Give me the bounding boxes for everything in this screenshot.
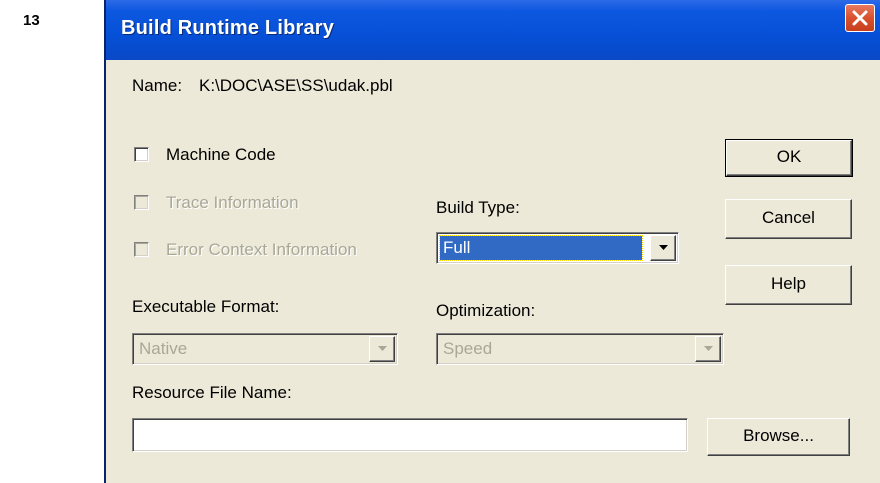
ok-button-label: OK (776, 147, 802, 166)
machine-code-label[interactable]: Machine Code (166, 145, 276, 165)
cancel-button[interactable]: Cancel (725, 199, 852, 239)
executable-format-label: Executable Format: (132, 297, 280, 316)
machine-code-checkbox[interactable] (134, 147, 149, 162)
name-label: Name: (132, 76, 183, 95)
close-button[interactable] (845, 4, 875, 32)
page-number: 13 (23, 12, 40, 29)
ok-button[interactable]: OK (725, 139, 853, 177)
build-type-select[interactable]: Full (436, 232, 679, 264)
resource-file-name-label: Resource File Name: (132, 383, 292, 402)
optimization-dropdown-button[interactable] (695, 336, 721, 362)
browse-button[interactable]: Browse... (707, 418, 850, 456)
error-context-information-checkbox[interactable] (134, 242, 149, 257)
executable-format-dropdown-button[interactable] (369, 336, 395, 362)
executable-format-select[interactable]: Native (132, 333, 398, 365)
build-type-label: Build Type: (436, 198, 520, 217)
error-context-information-label: Error Context Information (166, 240, 357, 259)
optimization-select[interactable]: Speed (436, 333, 724, 365)
trace-information-label: Trace Information (166, 193, 299, 212)
resource-file-name-input[interactable] (132, 418, 688, 452)
title-bar[interactable]: Build Runtime Library (106, 0, 880, 60)
close-icon (852, 10, 868, 26)
help-button-label: Help (771, 274, 806, 293)
dialog-title: Build Runtime Library (121, 17, 335, 39)
chevron-down-icon (659, 245, 668, 250)
chevron-down-icon (378, 346, 387, 351)
optimization-label: Optimization: (436, 301, 536, 320)
cancel-button-label: Cancel (762, 208, 815, 227)
help-button[interactable]: Help (725, 265, 852, 305)
build-type-selected-value: Full (439, 235, 643, 261)
browse-button-label: Browse... (743, 426, 814, 445)
trace-information-checkbox[interactable] (134, 195, 149, 210)
build-runtime-library-dialog: Build Runtime Library Name: K:\DOC\ASE\S… (104, 0, 880, 483)
executable-format-selected-value: Native (139, 339, 188, 358)
library-path-value: K:\DOC\ASE\SS\udak.pbl (199, 76, 393, 95)
build-type-dropdown-button[interactable] (650, 235, 676, 261)
optimization-selected-value: Speed (443, 339, 493, 358)
chevron-down-icon (704, 346, 713, 351)
